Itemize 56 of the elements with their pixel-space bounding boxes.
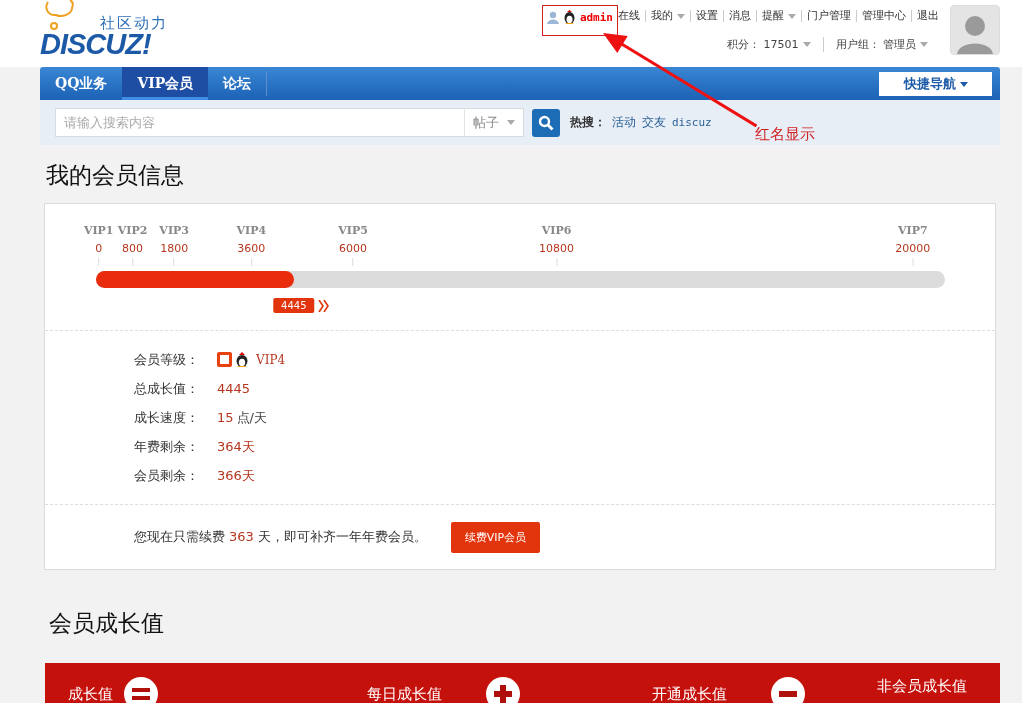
- top-menu-link[interactable]: 提醒: [756, 10, 801, 22]
- info-value: VIP4: [256, 352, 286, 367]
- vip-level-name: VIP6: [541, 224, 572, 237]
- vip-level-name: VIP1: [83, 224, 114, 237]
- growth-label: 开通成长值: [652, 684, 727, 703]
- info-unit: 点/天: [236, 408, 267, 427]
- top-menu-link[interactable]: 消息: [723, 10, 756, 22]
- top-menu-link[interactable]: 我的: [645, 10, 690, 22]
- current-value-tag: 4445: [273, 298, 315, 313]
- vip-level-name: VIP2: [117, 224, 148, 237]
- top-menu-link[interactable]: 门户管理: [801, 10, 856, 22]
- info-label: 会员等级：: [134, 350, 200, 369]
- vip-level-name: VIP3: [159, 224, 189, 237]
- nav-tab[interactable]: VIP会员: [122, 67, 209, 100]
- nav-tab[interactable]: 论坛: [208, 67, 267, 100]
- info-label: 年费剩余：: [134, 437, 200, 456]
- vip-level-name: VIP4: [236, 224, 267, 237]
- vip-threshold-value: 0: [95, 242, 103, 255]
- renewal-sentence: 您现在只需续费 363 天，即可补齐一年年费会员。: [134, 528, 427, 546]
- logo-tagline: 社区动力: [100, 14, 168, 33]
- top-menu-link[interactable]: 在线: [616, 10, 645, 22]
- vip-threshold-value: 800: [122, 242, 144, 255]
- vip-threshold-value: 20000: [895, 242, 931, 255]
- quick-nav-button[interactable]: 快捷导航: [879, 72, 992, 96]
- vip-threshold-value: 6000: [339, 242, 368, 255]
- hot-search-link[interactable]: 交友: [642, 114, 666, 131]
- info-value: 15: [217, 410, 234, 425]
- growth-label: 成长值: [68, 684, 113, 703]
- vip-level-name: VIP5: [338, 224, 368, 237]
- top-menu-link[interactable]: 退出: [911, 10, 944, 22]
- hot-search-link[interactable]: discuz: [672, 116, 712, 129]
- vip-threshold-value: 10800: [539, 242, 575, 255]
- growth-label: 非会员成长值: [877, 677, 967, 696]
- info-value: 364天: [217, 437, 255, 456]
- annotation-text: 红名显示: [755, 125, 815, 144]
- info-label: 会员剩余：: [134, 466, 200, 485]
- section-title: 我的会员信息: [46, 161, 185, 190]
- hot-search-link[interactable]: 活动: [612, 114, 636, 131]
- hot-search-label: 热搜：: [570, 114, 606, 131]
- info-value: 4445: [217, 381, 251, 396]
- info-label: 成长速度：: [134, 408, 200, 427]
- vip-threshold-value: 1800: [160, 242, 189, 255]
- username-link[interactable]: admin: [543, 2, 616, 32]
- search-type-dropdown[interactable]: 帖子: [464, 108, 524, 137]
- user-stat-link[interactable]: 用户组： 管理员: [822, 36, 940, 52]
- renew-vip-button[interactable]: 续费VIP会员: [450, 521, 541, 553]
- nav-tab[interactable]: QQ业务: [40, 67, 123, 100]
- growth-label: 每日成长值: [367, 684, 442, 703]
- info-label: 总成长值：: [134, 379, 200, 398]
- vip-level-name: VIP7: [897, 224, 928, 237]
- info-value: 366天: [217, 466, 255, 485]
- top-menu-link[interactable]: 设置: [690, 10, 723, 22]
- user-stat-link[interactable]: 积分： 17501: [715, 36, 823, 52]
- vip-threshold-value: 3600: [237, 242, 266, 255]
- top-menu-link[interactable]: 管理中心: [856, 10, 911, 22]
- section-title: 会员成长值: [49, 609, 165, 638]
